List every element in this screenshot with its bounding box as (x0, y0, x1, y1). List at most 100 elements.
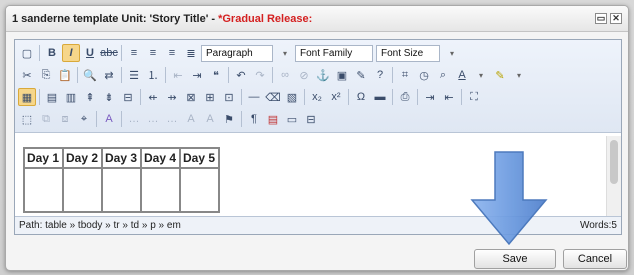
html-source-icon[interactable]: ⌗ (396, 66, 414, 84)
print-icon[interactable]: ⎙ (396, 88, 414, 106)
move-forward-icon[interactable]: ⧉ (37, 110, 55, 128)
table-cell[interactable] (141, 168, 180, 212)
insert-row-before-icon[interactable]: ⇞ (81, 88, 99, 106)
unlink-icon[interactable]: ⊘ (295, 66, 313, 84)
fullscreen-icon[interactable]: ⛶ (465, 88, 483, 106)
superscript-icon[interactable]: x² (327, 88, 345, 106)
content-scrollbar[interactable] (606, 136, 621, 216)
bullet-list-icon[interactable]: ☰ (125, 66, 143, 84)
replace-icon[interactable]: ⇄ (100, 66, 118, 84)
absolute-icon[interactable]: ⌖ (75, 110, 93, 128)
align-right-icon[interactable]: ≡ (163, 44, 181, 62)
underline-icon[interactable]: U (81, 44, 99, 62)
italic-icon[interactable]: I (62, 44, 80, 62)
close-icon[interactable]: ✕ (610, 13, 622, 24)
font-size-dropdown-icon[interactable]: ▾ (443, 44, 461, 62)
table-cell[interactable] (24, 168, 63, 212)
paste-icon[interactable]: 📋 (56, 66, 74, 84)
help-icon[interactable]: ? (371, 66, 389, 84)
cut-icon[interactable]: ✂ (18, 66, 36, 84)
link-icon[interactable]: ∞ (276, 66, 294, 84)
show-blocks-icon[interactable]: ¶ (245, 110, 263, 128)
split-cells-icon[interactable]: ⊞ (201, 88, 219, 106)
redo-icon[interactable]: ↷ (251, 66, 269, 84)
styleprops-icon[interactable]: A (100, 110, 118, 128)
blockquote-icon[interactable]: ❝ (207, 66, 225, 84)
table-icon[interactable]: ▦ (18, 88, 36, 106)
table-cell[interactable] (102, 168, 141, 212)
font-family-select[interactable]: Font Family (295, 44, 373, 62)
find-icon[interactable]: 🔍 (81, 66, 99, 84)
highlight-color-dropdown-icon[interactable]: ▾ (510, 66, 528, 84)
dialog-title: 1 sanderne template Unit: 'Story Title' … (12, 12, 216, 25)
text-color-dropdown-icon[interactable]: ▾ (472, 66, 490, 84)
image-icon[interactable]: ▣ (333, 66, 351, 84)
del-icon[interactable]: A (182, 110, 200, 128)
insert-layer-icon[interactable]: ⬚ (18, 110, 36, 128)
template-icon[interactable]: ▤ (264, 110, 282, 128)
scrollbar-thumb[interactable] (610, 140, 618, 184)
outdent-icon[interactable]: ⇤ (169, 66, 187, 84)
maximize-icon[interactable]: ▭ (595, 13, 607, 24)
media-icon[interactable]: ▬ (371, 88, 389, 106)
table-header-cell[interactable]: Day 2 (63, 148, 102, 168)
insert-date-icon[interactable]: ◷ (415, 66, 433, 84)
save-button[interactable]: Save (474, 249, 556, 269)
insert-col-before-icon[interactable]: ⇷ (144, 88, 162, 106)
move-backward-icon[interactable]: ⧈ (56, 110, 74, 128)
non-breaking-icon[interactable]: ⊟ (302, 110, 320, 128)
anchor-icon[interactable]: ⚓ (314, 66, 332, 84)
table-cell[interactable] (63, 168, 102, 212)
page-break-icon[interactable]: ▭ (283, 110, 301, 128)
table-row: Day 1 Day 2 Day 3 Day 4 Day 5 (24, 148, 219, 168)
attribs-icon[interactable]: ⚑ (220, 110, 238, 128)
indent-icon[interactable]: ⇥ (188, 66, 206, 84)
cite-icon[interactable]: … (125, 110, 143, 128)
copy-icon[interactable]: ⎘ (37, 66, 55, 84)
dialog-title-highlight: *Gradual Release: (218, 12, 313, 25)
rtl-icon[interactable]: ⇤ (440, 88, 458, 106)
insert-row-after-icon[interactable]: ⇟ (100, 88, 118, 106)
delete-col-icon[interactable]: ⊠ (182, 88, 200, 106)
abbr-icon[interactable]: … (144, 110, 162, 128)
table-header-cell[interactable]: Day 3 (102, 148, 141, 168)
delete-row-icon[interactable]: ⊟ (119, 88, 137, 106)
ins-icon[interactable]: A (201, 110, 219, 128)
days-table[interactable]: Day 1 Day 2 Day 3 Day 4 Day 5 (23, 147, 220, 213)
align-justify-icon[interactable]: ≣ (182, 44, 200, 62)
table-header-cell[interactable]: Day 5 (180, 148, 219, 168)
table-row (24, 168, 219, 212)
visual-aid-icon[interactable]: ▧ (283, 88, 301, 106)
undo-icon[interactable]: ↶ (232, 66, 250, 84)
preview-icon[interactable]: ⌕ (434, 66, 452, 84)
cleanup-icon[interactable]: ✎ (352, 66, 370, 84)
down-arrow-annotation-icon (470, 151, 548, 246)
align-left-icon[interactable]: ≡ (125, 44, 143, 62)
merge-cells-icon[interactable]: ⊡ (220, 88, 238, 106)
element-path: Path: table » tbody » tr » td » p » em (19, 220, 181, 231)
align-center-icon[interactable]: ≡ (144, 44, 162, 62)
strikethrough-icon[interactable]: abc (100, 44, 118, 62)
acronym-icon[interactable]: … (163, 110, 181, 128)
text-color-icon[interactable]: A (453, 66, 471, 84)
font-size-select[interactable]: Font Size (376, 44, 440, 62)
block-format-value: Paragraph (206, 47, 253, 59)
ltr-icon[interactable]: ⇥ (421, 88, 439, 106)
row-properties-icon[interactable]: ▤ (43, 88, 61, 106)
table-header-cell[interactable]: Day 4 (141, 148, 180, 168)
table-cell[interactable] (180, 168, 219, 212)
horizontal-rule-icon[interactable]: — (245, 88, 263, 106)
cell-properties-icon[interactable]: ▥ (62, 88, 80, 106)
cancel-button[interactable]: Cancel (563, 249, 627, 269)
block-format-select[interactable]: Paragraph (201, 44, 273, 62)
block-format-dropdown-icon[interactable]: ▾ (276, 44, 294, 62)
table-header-cell[interactable]: Day 1 (24, 148, 63, 168)
highlight-color-icon[interactable]: ✎ (491, 66, 509, 84)
bold-icon[interactable]: B (43, 44, 61, 62)
new-document-icon[interactable]: ▢ (18, 44, 36, 62)
subscript-icon[interactable]: x₂ (308, 88, 326, 106)
numbered-list-icon[interactable]: ⒈ (144, 66, 162, 84)
remove-format-icon[interactable]: ⌫ (264, 88, 282, 106)
special-char-icon[interactable]: Ω (352, 88, 370, 106)
insert-col-after-icon[interactable]: ⇸ (163, 88, 181, 106)
